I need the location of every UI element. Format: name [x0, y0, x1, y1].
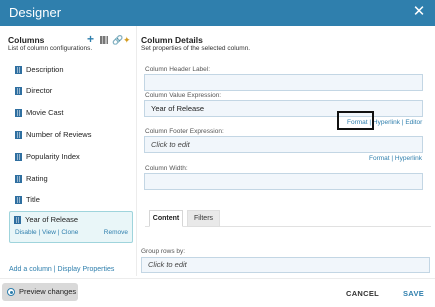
column-details-panel: Column Details Set properties of the sel…: [137, 26, 435, 276]
separator: |: [401, 119, 404, 126]
footer-expression-links: Format | Hyperlink: [369, 155, 422, 162]
column-item-number-of-reviews[interactable]: Number of Reviews: [10, 127, 130, 143]
column-icon: [15, 153, 22, 161]
tab-content[interactable]: Content: [149, 210, 183, 227]
format-link[interactable]: Format: [369, 155, 390, 162]
footer-divider: [0, 278, 435, 279]
editor-link[interactable]: Editor: [405, 119, 422, 126]
footer-expression-caption: Column Footer Expression:: [145, 128, 224, 135]
tab-filters[interactable]: Filters: [187, 210, 220, 227]
column-item-label: Director: [26, 86, 53, 95]
preview-changes-button[interactable]: Preview changes: [2, 283, 78, 301]
footer-expression-input[interactable]: Click to edit: [144, 136, 423, 153]
columns-heading: Columns: [8, 35, 45, 45]
cancel-button[interactable]: CANCEL: [346, 289, 379, 298]
hyperlink-link[interactable]: Hyperlink: [395, 155, 422, 162]
value-expression-caption: Column Value Expression:: [145, 92, 222, 99]
columns-toolbar: + 🔗 ✦: [87, 33, 135, 46]
column-item-popularity-index[interactable]: Popularity Index: [10, 149, 130, 165]
columns-icon[interactable]: [100, 36, 108, 44]
column-item-rating[interactable]: Rating: [10, 171, 130, 187]
column-item-movie-cast[interactable]: Movie Cast: [10, 105, 130, 121]
column-icon: [15, 109, 22, 117]
preview-changes-label: Preview changes: [19, 287, 77, 296]
plus-icon[interactable]: +: [87, 33, 94, 45]
column-icon: [15, 66, 22, 74]
column-item-label: Popularity Index: [26, 152, 80, 161]
column-icon: [15, 175, 22, 183]
format-highlight-box: [337, 111, 374, 130]
close-icon[interactable]: ✕: [411, 3, 427, 21]
remove-link[interactable]: Remove: [104, 229, 128, 236]
link-icon[interactable]: 🔗: [112, 34, 123, 46]
disable-link[interactable]: Disable: [15, 229, 37, 236]
column-item-director[interactable]: Director: [10, 83, 130, 99]
column-item-description[interactable]: Description: [10, 62, 130, 78]
separator: |: [38, 229, 41, 236]
save-button[interactable]: SAVE: [403, 289, 424, 298]
separator: |: [391, 155, 394, 162]
columns-footer-links: Add a column | Display Properties: [9, 266, 114, 273]
separator: |: [57, 229, 60, 236]
column-icon: [15, 87, 22, 95]
hyperlink-link[interactable]: Hyperlink: [373, 119, 400, 126]
column-icon: [14, 216, 21, 224]
column-item-label: Movie Cast: [26, 108, 64, 117]
details-heading: Column Details: [141, 35, 203, 45]
width-caption: Column Width:: [145, 165, 188, 172]
selected-column-label: Year of Release: [25, 215, 79, 224]
dialog-title: Designer: [9, 5, 62, 20]
column-item-label: Number of Reviews: [26, 130, 92, 139]
header-label-input[interactable]: [144, 74, 423, 91]
radio-icon: [7, 288, 15, 296]
column-item-selected[interactable]: Year of Release Disable | View | Clone R…: [9, 211, 133, 243]
columns-subheading: List of column configurations.: [8, 45, 93, 52]
value-expression-input[interactable]: Year of Release: [144, 100, 423, 117]
column-item-label: Description: [26, 65, 64, 74]
dialog-titlebar: Designer ✕: [0, 0, 435, 26]
display-properties-link[interactable]: Display Properties: [58, 266, 115, 273]
selected-column-actions: Disable | View | Clone: [15, 229, 78, 236]
details-tabs: Content Filters: [145, 210, 431, 227]
details-subheading: Set properties of the selected column.: [141, 45, 251, 52]
view-link[interactable]: View: [42, 229, 56, 236]
group-rows-input[interactable]: Click to edit: [141, 257, 430, 273]
clone-link[interactable]: Clone: [61, 229, 78, 236]
column-item-label: Title: [26, 195, 40, 204]
column-icon: [15, 131, 22, 139]
group-rows-caption: Group rows by:: [141, 248, 186, 255]
column-icon: [15, 196, 22, 204]
width-input[interactable]: [144, 173, 423, 190]
add-column-link[interactable]: Add a column: [9, 266, 52, 273]
column-item-title[interactable]: Title: [10, 192, 130, 208]
separator: |: [53, 266, 56, 273]
wand-icon[interactable]: ✦: [123, 34, 131, 46]
header-label-caption: Column Header Label:: [145, 66, 211, 73]
column-item-label: Rating: [26, 174, 48, 183]
